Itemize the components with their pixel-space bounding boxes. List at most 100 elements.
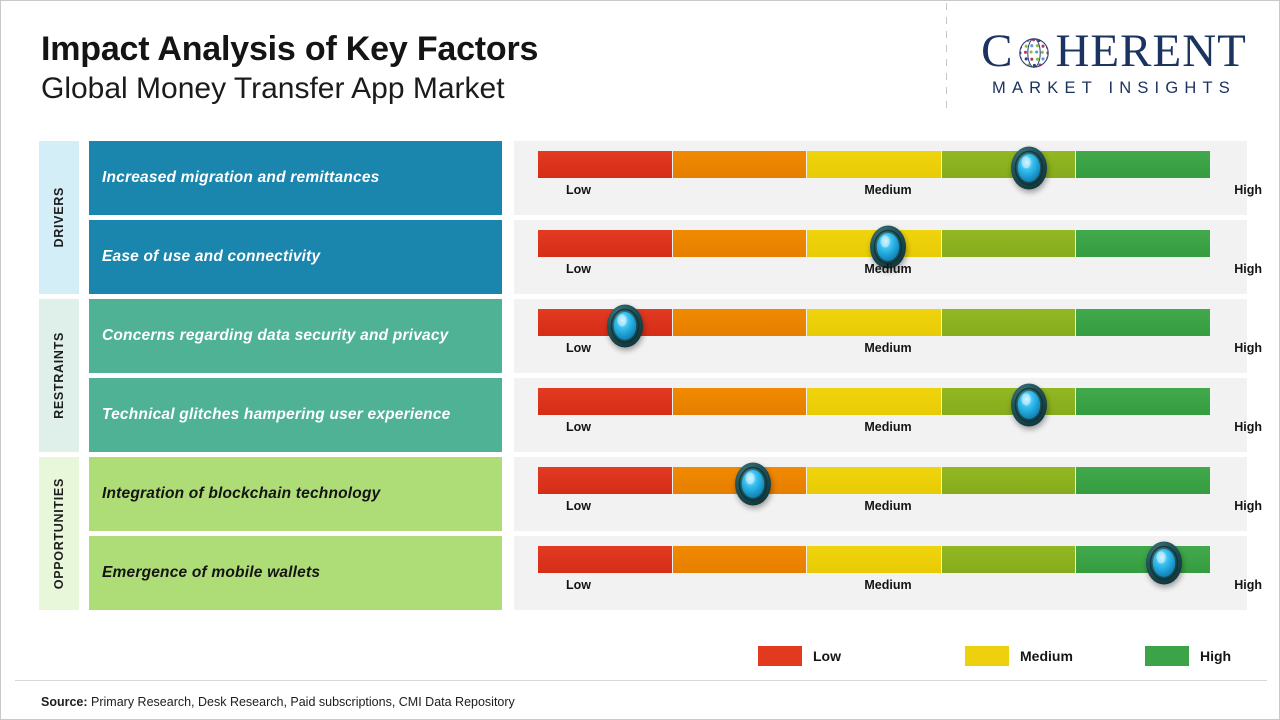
scale-label-high: High [1234, 578, 1262, 592]
scale-segment-3 [807, 151, 942, 178]
impact-scale-bar [538, 146, 1211, 190]
scale-segment-5 [1076, 230, 1211, 257]
factor-label: Integration of blockchain technology [102, 484, 381, 502]
impact-scale-bar [538, 304, 1211, 348]
scale-segment-1 [538, 546, 673, 573]
scale-segment-4 [941, 546, 1077, 573]
scale-segment-2 [672, 309, 808, 336]
legend-swatch [965, 646, 1009, 666]
impact-scale-bar [538, 462, 1211, 506]
scale-segment-1 [538, 309, 673, 336]
impact-scale-bar [538, 541, 1211, 585]
scale-label-medium: Medium [864, 262, 912, 276]
category-label: RESTRAINTS [52, 332, 66, 419]
gauge-panel: Low Medium High [514, 220, 1262, 294]
scale-segment-5 [1076, 546, 1211, 573]
logo-wordmark: C HERENT [964, 25, 1264, 77]
factor-box[interactable]: Technical glitches hampering user experi… [89, 378, 502, 452]
factor-box[interactable]: Ease of use and connectivity [89, 220, 502, 294]
legend-item-medium[interactable]: Medium [965, 646, 1073, 666]
logo-letter-c: C [981, 24, 1014, 77]
page-title: Impact Analysis of Key Factors [41, 30, 539, 68]
factor-box[interactable]: Integration of blockchain technology [89, 457, 502, 531]
scale-labels: Low Medium High [538, 183, 1262, 201]
factor-box[interactable]: Concerns regarding data security and pri… [89, 299, 502, 373]
scale-label-high: High [1234, 262, 1262, 276]
scale-labels: Low Medium High [538, 262, 1262, 280]
legend-swatch [758, 646, 802, 666]
legend-item-low[interactable]: Low [758, 646, 841, 666]
scale-segment-4 [941, 230, 1077, 257]
scale-label-medium: Medium [864, 578, 912, 592]
factor-label: Technical glitches hampering user experi… [102, 405, 451, 423]
slide-frame: Impact Analysis of Key Factors Global Mo… [0, 0, 1280, 720]
factor-box[interactable]: Increased migration and remittances [89, 141, 502, 215]
scale-label-medium: Medium [864, 183, 912, 197]
scale-segment-4 [941, 388, 1077, 415]
scale-labels: Low Medium High [538, 499, 1262, 517]
legend-label: High [1200, 648, 1232, 664]
source-label: Source: [41, 695, 88, 709]
scale-segment-2 [672, 151, 808, 178]
factor-box[interactable]: Emergence of mobile wallets [89, 536, 502, 610]
category-label: DRIVERS [52, 187, 66, 248]
logo-text-herent: HERENT [1055, 24, 1247, 77]
scale-segment-3 [807, 467, 942, 494]
scale-label-high: High [1234, 420, 1262, 434]
scale-label-medium: Medium [864, 341, 912, 355]
scale-segment-3 [807, 546, 942, 573]
legend-label: Medium [1020, 648, 1073, 664]
legend-item-high[interactable]: High [1145, 646, 1231, 666]
gauge-panel: Low Medium High [514, 536, 1262, 610]
scale-segment-5 [1076, 151, 1211, 178]
header-dashed-divider [946, 3, 947, 115]
category-label: OPPORTUNITIES [52, 477, 66, 590]
scale-segment-1 [538, 230, 673, 257]
legend-label: Low [813, 648, 841, 664]
impact-scale-bar [538, 225, 1211, 269]
scale-labels: Low Medium High [538, 341, 1262, 359]
gauge-panel: Low Medium High [514, 141, 1262, 215]
scale-segment-3 [807, 388, 942, 415]
impact-matrix: DRIVERS RESTRAINTS OPPORTUNITIES Increased… [1, 141, 1280, 611]
scale-label-high: High [1234, 341, 1262, 355]
scale-label-medium: Medium [864, 499, 912, 513]
scale-segment-3 [807, 309, 942, 336]
factor-label: Increased migration and remittances [102, 168, 380, 186]
scale-segment-1 [538, 467, 673, 494]
factor-label: Ease of use and connectivity [102, 247, 321, 265]
category-band-restraints: RESTRAINTS [39, 299, 79, 452]
scale-segment-5 [1076, 467, 1211, 494]
gauge-panel: Low Medium High [514, 299, 1262, 373]
category-band-drivers: DRIVERS [39, 141, 79, 294]
title-block: Impact Analysis of Key Factors Global Mo… [41, 31, 538, 106]
scale-segment-1 [538, 388, 673, 415]
scale-segment-2 [672, 388, 808, 415]
scale-labels: Low Medium High [538, 420, 1262, 438]
scale-labels: Low Medium High [538, 578, 1262, 596]
scale-label-medium: Medium [864, 420, 912, 434]
scale-segment-5 [1076, 388, 1211, 415]
factor-label: Emergence of mobile wallets [102, 563, 321, 581]
scale-segment-1 [538, 151, 673, 178]
scale-label-high: High [1234, 499, 1262, 513]
scale-segment-5 [1076, 309, 1211, 336]
gauge-panel: Low Medium High [514, 378, 1262, 452]
scale-segment-4 [941, 151, 1077, 178]
category-band-opportunities: OPPORTUNITIES [39, 457, 79, 610]
factor-label: Concerns regarding data security and pri… [102, 326, 449, 344]
scale-segment-4 [941, 467, 1077, 494]
page-subtitle: Global Money Transfer App Market [41, 72, 505, 106]
legend-swatch [1145, 646, 1189, 666]
source-note: Source: Primary Research, Desk Research,… [41, 695, 515, 709]
scale-segment-4 [941, 309, 1077, 336]
logo-tagline: MARKET INSIGHTS [992, 79, 1236, 97]
footer-divider [15, 680, 1267, 681]
scale-segment-2 [672, 546, 808, 573]
slide-header: Impact Analysis of Key Factors Global Mo… [1, 1, 1280, 131]
scale-segment-2 [672, 230, 808, 257]
legend: Low Medium High [758, 646, 1231, 670]
coherent-market-insights-logo: C HERENT MARKET INSIGHTS [964, 25, 1264, 105]
globe-icon [1014, 33, 1054, 73]
gauge-panel: Low Medium High [514, 457, 1262, 531]
